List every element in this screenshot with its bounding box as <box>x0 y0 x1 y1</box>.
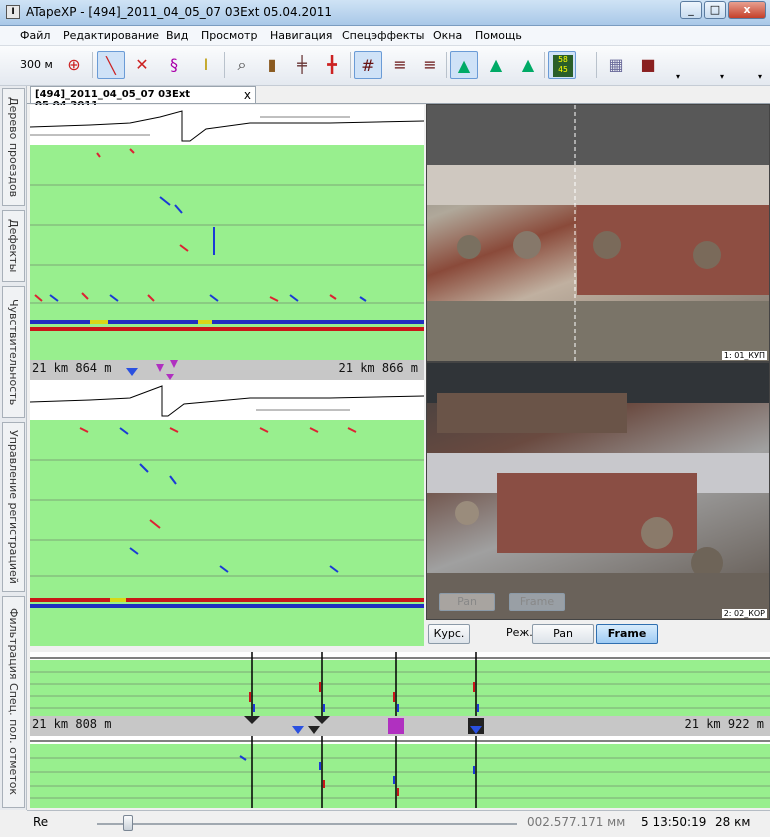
menu-browse[interactable]: Просмотр <box>201 29 257 42</box>
position-slider-track[interactable] <box>97 823 517 825</box>
close-tab-icon[interactable]: x <box>244 88 251 102</box>
channel-b-icon[interactable]: ▲ <box>482 51 510 79</box>
camera-controls: Курс. Реж. Pan Frame <box>426 620 770 648</box>
frame-button[interactable]: Frame <box>596 624 658 644</box>
spiral-icon[interactable]: § <box>160 51 188 79</box>
menu-help[interactable]: Помощь <box>475 29 522 42</box>
status-left: Re <box>33 815 49 829</box>
track-small-icon[interactable]: ≡ <box>416 51 444 79</box>
overview-panel-top[interactable] <box>30 652 770 716</box>
track-bottom-markers <box>244 716 484 734</box>
magnifier-icon[interactable]: ⌕ <box>228 51 256 79</box>
overview-graph-bottom <box>30 736 770 808</box>
menu-effects[interactable]: Спецэффекты <box>342 29 424 42</box>
track-top-markers <box>126 360 178 380</box>
position-slider-thumb[interactable] <box>123 815 133 831</box>
cross-tool-icon[interactable]: ✕ <box>128 51 156 79</box>
document-tab[interactable]: [494]_2011_04_05_07 03Ext 05.04.2011 x <box>30 86 256 111</box>
toolbar: 300 м ⊕ ╲ ✕ § Ι ⌕ ▮ ╪ ╋ # ≡ ≡ ▲ ▲ ▲ 58 4… <box>0 46 770 86</box>
status-distance: 002.577.171 мм <box>527 815 626 829</box>
camera-top-caption: 1: 01_КУП <box>721 351 767 360</box>
rail-profile-icon[interactable]: Ι <box>192 51 220 79</box>
side-panel: Дерево проездов Дефекты Чувствительность… <box>0 86 27 810</box>
channel-a-icon[interactable]: ▲ <box>450 51 478 79</box>
overlay-pan-button[interactable]: Pan <box>439 593 495 611</box>
line-tool-icon[interactable]: ╲ <box>97 51 125 79</box>
track-strip-top: 21 km 864 m 21 km 866 m <box>30 360 424 380</box>
course-button[interactable]: Курс. <box>428 624 470 644</box>
scan-panel-top[interactable] <box>30 105 424 360</box>
scan-graph-bottom <box>30 380 424 608</box>
toolbar-overflow-icon[interactable]: ▾ <box>676 72 680 81</box>
camera-view-top[interactable]: 1: 01_КУП <box>426 104 770 362</box>
status-time: 5 13:50:19 <box>641 815 707 829</box>
pan-button[interactable]: Pan <box>532 624 594 644</box>
tab-sensitivity[interactable]: Чувствительность <box>2 286 25 418</box>
menu-navigation[interactable]: Навигация <box>270 29 332 42</box>
overview-panel-bottom[interactable] <box>30 736 770 808</box>
tab-registration[interactable]: Управление регистрацией <box>2 422 25 592</box>
book-icon[interactable]: ■ <box>634 51 662 79</box>
toolbar-overflow-icon-3[interactable]: ▾ <box>758 72 762 81</box>
roll-icon[interactable]: ▮ <box>258 51 286 79</box>
counter-top: 58 <box>558 55 568 64</box>
track-full-icon[interactable]: # <box>354 51 382 79</box>
counter-button[interactable]: 58 45 <box>548 51 576 79</box>
maximize-button[interactable]: □ <box>704 1 726 19</box>
tab-defects[interactable]: Дефекты <box>2 210 25 282</box>
menu-edit[interactable]: Редактирование <box>63 29 159 42</box>
track-strip-bottom: 21 km 808 m 21 km 922 m <box>30 716 770 736</box>
toolbar-overflow-icon-2[interactable]: ▾ <box>720 72 724 81</box>
camera-bottom-caption: 2: 02_КОР <box>721 609 767 618</box>
track-top-left-label: 21 km 864 m <box>32 361 112 375</box>
tab-ride-tree[interactable]: Дерево проездов <box>2 88 25 206</box>
minimize-button[interactable]: _ <box>680 1 702 19</box>
tab-filter[interactable]: Фильтрация Спец. пол. отметок <box>2 596 25 808</box>
track-top-right-label: 21 km 866 m <box>338 361 418 375</box>
channel-c-icon[interactable]: ▲ <box>514 51 542 79</box>
camera-view-bottom[interactable]: Pan Frame 2: 02_КОР <box>426 362 770 620</box>
camera-bottom-overlay <box>427 363 769 619</box>
counter-bottom: 45 <box>558 65 568 74</box>
app-icon: I <box>6 5 20 19</box>
menu-file[interactable]: Файл <box>20 29 50 42</box>
track-half-icon[interactable]: ≡ <box>386 51 414 79</box>
scan-graph-top <box>30 105 424 331</box>
close-button[interactable]: x <box>728 1 766 19</box>
status-bar: Re 002.577.171 мм 5 13:50:19 28 км <box>27 810 770 837</box>
camera-top-overlay <box>427 105 769 361</box>
rail-joint-icon[interactable]: ╪ <box>288 51 316 79</box>
menu-windows[interactable]: Окна <box>433 29 462 42</box>
menu-view[interactable]: Вид <box>166 29 188 42</box>
title-bar: I ATapeXP - [494]_2011_04_05_07 03Ext 05… <box>0 0 770 26</box>
window-title: ATapeXP - [494]_2011_04_05_07 03Ext 05.0… <box>26 5 332 19</box>
menu-bar: Файл Редактирование Вид Просмотр Навигац… <box>0 26 770 46</box>
overview-graph-top <box>30 652 770 716</box>
mode-label: Реж. <box>506 626 533 639</box>
zoom-marker-icon[interactable]: ⊕ <box>60 51 88 79</box>
cursor-cross-icon[interactable]: ╋ <box>318 51 346 79</box>
filter-icon[interactable]: ▦ <box>602 51 630 79</box>
status-km: 28 км <box>715 815 751 829</box>
scale-label[interactable]: 300 м <box>20 58 53 71</box>
scan-panel-bottom[interactable] <box>30 380 424 646</box>
overlay-frame-button[interactable]: Frame <box>509 593 565 611</box>
